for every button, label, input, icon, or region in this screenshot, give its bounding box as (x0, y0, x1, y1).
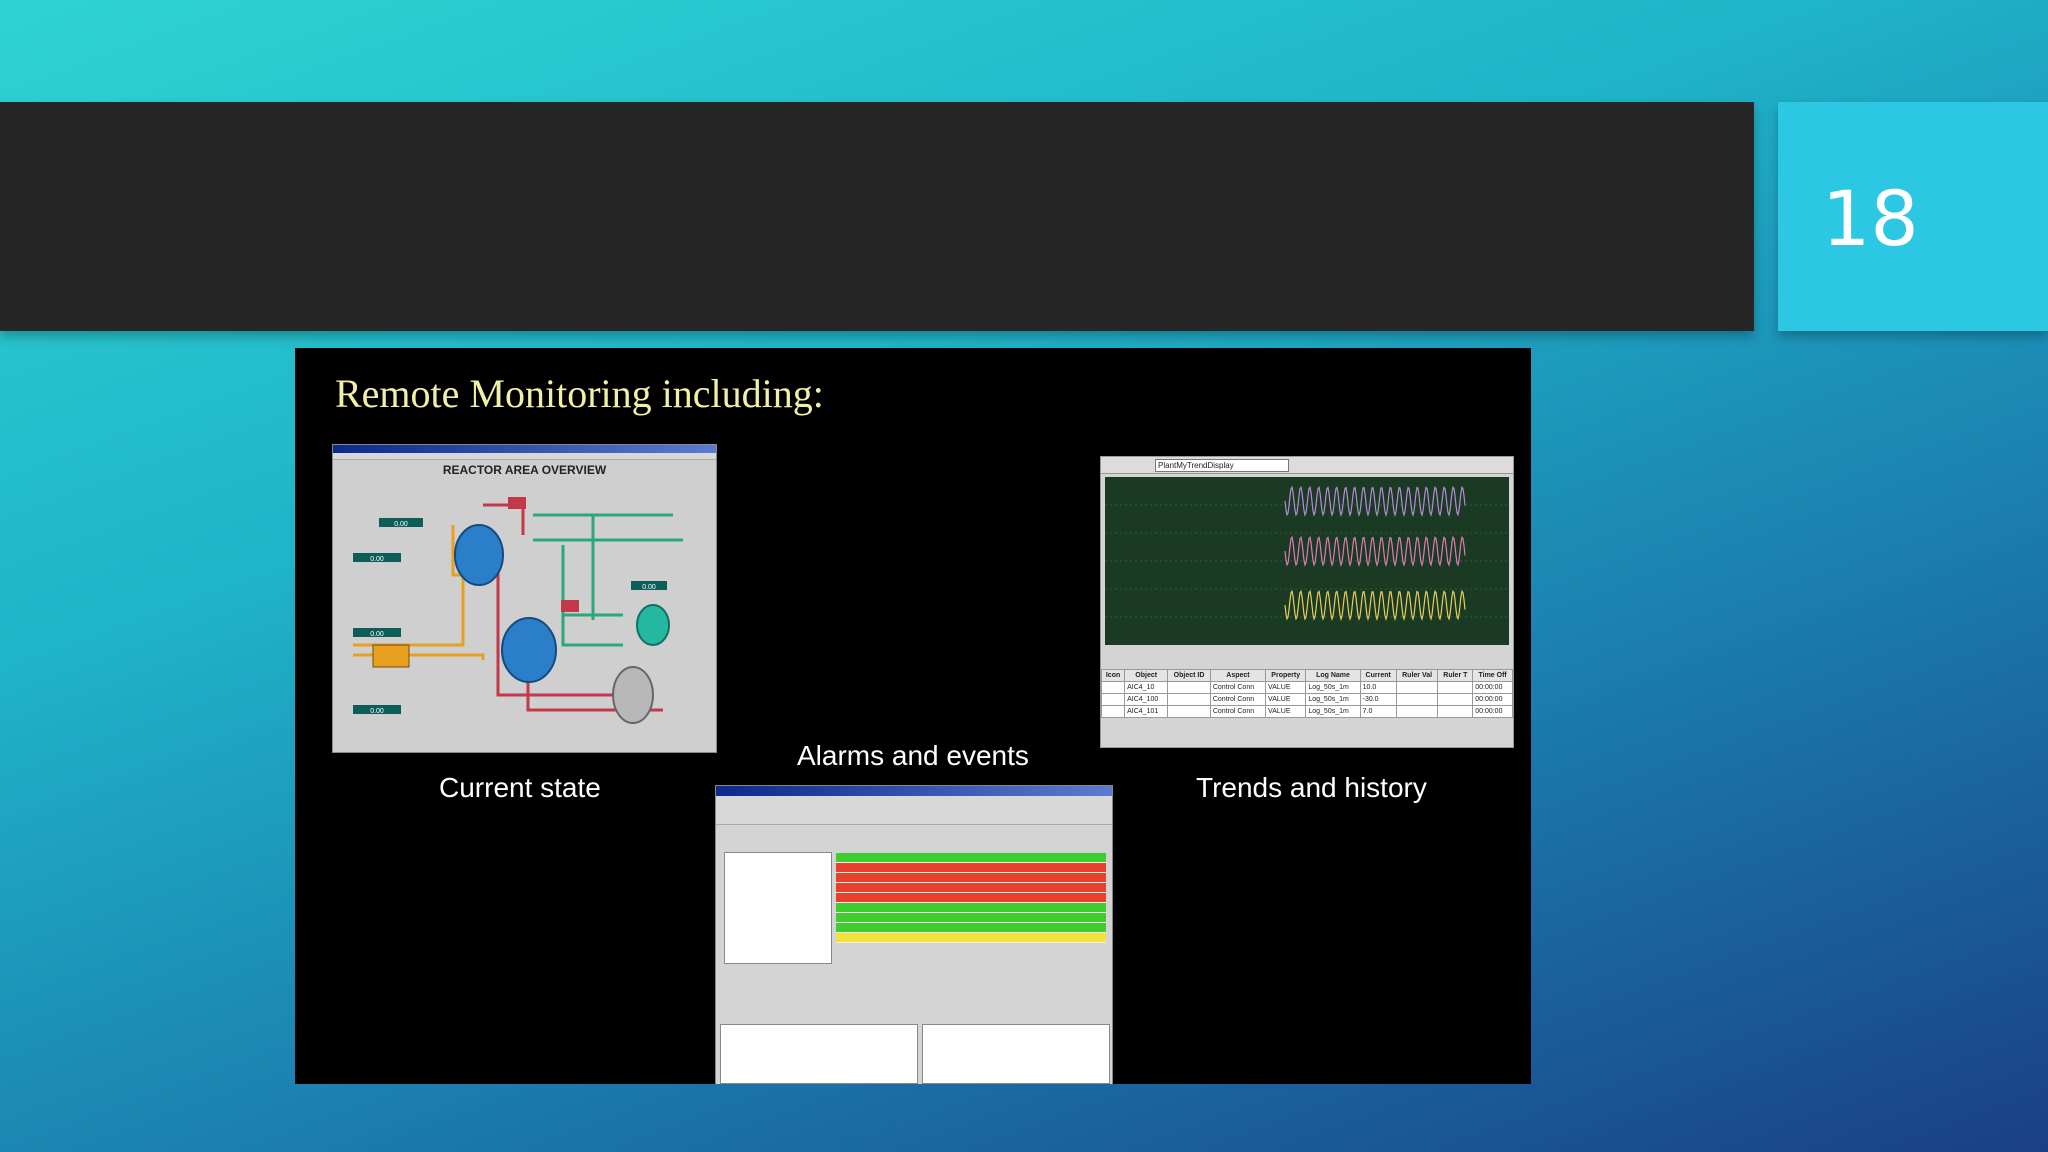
table-cell (1167, 693, 1211, 706)
table-cell (1395, 681, 1439, 694)
trend-line-1 (1284, 485, 1466, 518)
table-cell: 00:00:00 (1472, 681, 1513, 694)
table-row[interactable]: AIC4_100 Control Conn VALUE Log_50s_1m -30.0… (1101, 693, 1513, 706)
alarm-row[interactable] (836, 913, 1106, 923)
reactor-vessel-2 (501, 617, 557, 683)
table-cell: -30.0 (1359, 693, 1397, 706)
trends-table: Icon Object Object ID Aspect Property Log Nam… (1101, 669, 1513, 718)
slide-heading: Remote Monitoring including: (335, 371, 824, 416)
readout-4: 0.00 (370, 708, 384, 715)
table-cell: Log_50s_1m (1305, 705, 1361, 718)
table-header[interactable]: Aspect (1209, 669, 1267, 682)
table-cell (1395, 693, 1439, 706)
table-cell: AIC4_101 (1124, 705, 1169, 718)
tank-grey (612, 666, 654, 724)
table-cell: Log_50s_1m (1305, 693, 1361, 706)
valve-1 (508, 497, 526, 509)
reactor-vessel-1 (454, 524, 504, 586)
table-cell (1167, 681, 1211, 694)
trend-plot (1105, 477, 1509, 645)
table-cell (1437, 681, 1474, 694)
trends-toolbar: PlantMyTrendDisplay (1101, 457, 1513, 474)
table-cell: AIC4_10 (1124, 681, 1169, 694)
alarms-screenshot (715, 785, 1113, 1084)
table-row[interactable]: AIC4_10 Control Conn VALUE Log_50s_1m 10.0 00… (1101, 681, 1513, 694)
alarm-row[interactable] (836, 903, 1106, 913)
table-header[interactable]: Object (1124, 669, 1169, 682)
alarm-row[interactable] (836, 853, 1106, 863)
table-cell (1167, 705, 1211, 718)
table-header[interactable]: Property (1265, 669, 1307, 682)
window-menubar (716, 796, 1112, 825)
alarm-row[interactable] (836, 923, 1106, 933)
trend-chart (1105, 485, 1509, 622)
alarm-row[interactable] (836, 933, 1106, 943)
table-cell: AIC4_100 (1124, 693, 1169, 706)
alarm-row[interactable] (836, 893, 1106, 903)
title-bar (0, 102, 1754, 331)
alarm-tree (724, 852, 832, 964)
table-cell (1437, 705, 1474, 718)
valve-2 (561, 600, 579, 612)
caption-current-state: Current state (439, 772, 601, 803)
trend-line-3 (1284, 589, 1466, 622)
slide-image: Remote Monitoring including: REACTOR ARE… (295, 348, 1531, 1084)
alarm-row[interactable] (836, 863, 1106, 873)
table-cell: 10.0 (1359, 681, 1397, 694)
table-header[interactable]: Icon (1101, 669, 1126, 682)
table-cell: 7.0 (1359, 705, 1397, 718)
table-cell: VALUE (1265, 693, 1307, 706)
table-cell: Log_50s_1m (1305, 681, 1361, 694)
heat-exchanger (372, 644, 410, 668)
trends-screenshot: PlantMyTrendDisplay Icon Object Object ID A… (1100, 456, 1514, 748)
readout-3: 0.00 (370, 631, 384, 638)
table-cell: 00:00:00 (1472, 693, 1513, 706)
table-cell (1395, 705, 1439, 718)
process-diagram: 0.00 0.00 0.00 0.00 0.00 (353, 497, 683, 724)
table-cell: 00:00:00 (1472, 705, 1513, 718)
table-cell (1101, 693, 1126, 706)
caption-alarms-events: Alarms and events (797, 740, 1029, 771)
alarm-row[interactable] (836, 873, 1106, 883)
table-cell: VALUE (1265, 681, 1307, 694)
workstation-list (720, 1024, 918, 1084)
table-header[interactable]: Object ID (1167, 669, 1211, 682)
table-header[interactable]: Ruler Val (1395, 669, 1439, 682)
window-titlebar (716, 786, 1112, 796)
table-row[interactable]: AIC4_101 Control Conn VALUE Log_50s_1m 7.0 00… (1101, 705, 1513, 718)
table-header[interactable]: Current (1359, 669, 1397, 682)
table-cell: Control Conn (1209, 693, 1267, 706)
table-header[interactable]: Ruler T (1437, 669, 1474, 682)
readout-2: 0.00 (370, 556, 384, 563)
table-cell (1101, 681, 1126, 694)
table-cell: Control Conn (1209, 681, 1267, 694)
slide-number: 18 (1822, 174, 1919, 263)
table-cell (1437, 693, 1474, 706)
table-cell (1101, 705, 1126, 718)
reactor-overview-screenshot: REACTOR AREA OVERVIEW 0.00 0.00 0.00 0.0… (332, 444, 717, 753)
event-log (922, 1024, 1110, 1084)
readout-1: 0.00 (394, 521, 408, 528)
slide-number-box: 18 (1778, 102, 2048, 331)
table-header[interactable]: Log Name (1305, 669, 1361, 682)
table-header[interactable]: Time Off (1472, 669, 1513, 682)
display-select[interactable]: PlantMyTrendDisplay (1155, 459, 1289, 472)
readout-5: 0.00 (642, 584, 656, 591)
table-cell: VALUE (1265, 705, 1307, 718)
caption-trends-history: Trends and history (1196, 772, 1427, 803)
table-cell: Control Conn (1209, 705, 1267, 718)
alarm-row[interactable] (836, 883, 1106, 893)
tank-green (636, 604, 670, 646)
alarm-list (836, 853, 1106, 943)
